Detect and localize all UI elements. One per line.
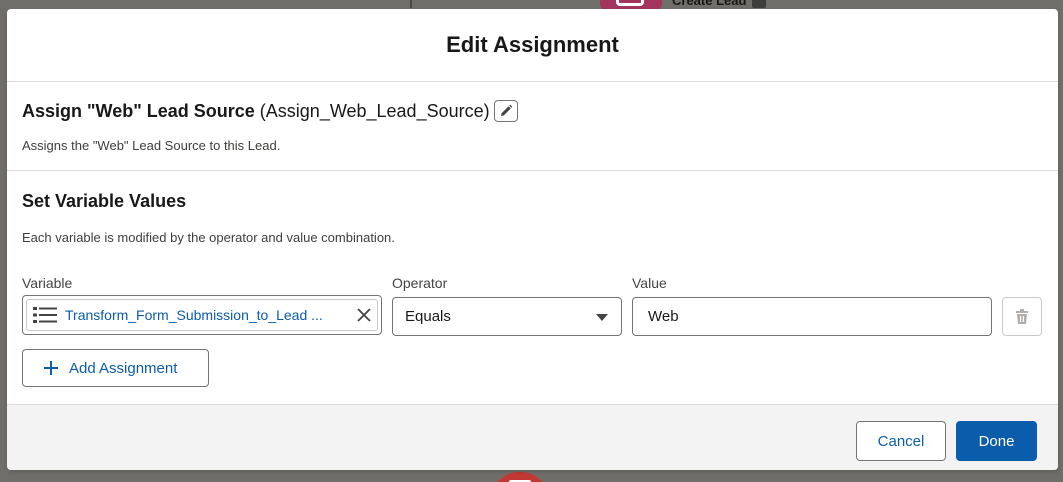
- canvas-node-label: Create Lead: [672, 0, 767, 8]
- variable-combobox[interactable]: Transform_Form_Submission_to_Lead ...: [22, 295, 382, 335]
- operator-label: Operator: [392, 275, 448, 291]
- section-title: Set Variable Values: [22, 191, 187, 211]
- modal-title: Edit Assignment: [446, 32, 619, 57]
- plus-icon: [43, 360, 59, 376]
- add-assignment-label: Add Assignment: [69, 359, 178, 377]
- done-button[interactable]: Done: [956, 421, 1037, 461]
- canvas-connector: [410, 0, 412, 8]
- operator-selected-value: Equals: [405, 308, 451, 325]
- element-title-row: Assign "Web" Lead Source (Assign_Web_Lea…: [22, 100, 518, 122]
- set-variable-values-section: Set Variable Values Each variable is mod…: [7, 172, 1058, 404]
- operator-select[interactable]: Equals: [392, 297, 622, 336]
- element-api-name: (Assign_Web_Lead_Source): [259, 100, 490, 121]
- modal-header: Edit Assignment: [7, 9, 1058, 82]
- value-label: Value: [632, 275, 667, 291]
- element-info-section: Assign "Web" Lead Source (Assign_Web_Lea…: [7, 82, 1058, 171]
- cancel-button[interactable]: Cancel: [856, 421, 946, 461]
- element-label: Assign "Web" Lead Source: [22, 100, 255, 121]
- element-description: Assigns the "Web" Lead Source to this Le…: [22, 138, 281, 153]
- section-help-text: Each variable is modified by the operato…: [22, 230, 395, 245]
- edit-assignment-modal: Edit Assignment Assign "Web" Lead Source…: [7, 9, 1058, 470]
- variable-pill-label: Transform_Form_Submission_to_Lead ...: [65, 307, 323, 323]
- record-icon: [752, 0, 767, 8]
- canvas-node-bottom: [491, 472, 549, 482]
- edit-element-button[interactable]: [493, 100, 518, 122]
- variable-pill[interactable]: Transform_Form_Submission_to_Lead ...: [26, 299, 378, 331]
- collection-list-icon: [33, 306, 57, 324]
- modal-footer: Cancel Done: [7, 404, 1058, 470]
- pencil-icon: [500, 104, 513, 116]
- trash-icon: [1016, 308, 1028, 324]
- value-input[interactable]: [632, 297, 992, 336]
- delete-row-button[interactable]: [1002, 297, 1042, 336]
- close-icon[interactable]: [357, 308, 371, 322]
- add-assignment-button[interactable]: Add Assignment: [22, 349, 209, 387]
- chevron-down-icon: [596, 313, 608, 321]
- variable-label: Variable: [22, 275, 73, 291]
